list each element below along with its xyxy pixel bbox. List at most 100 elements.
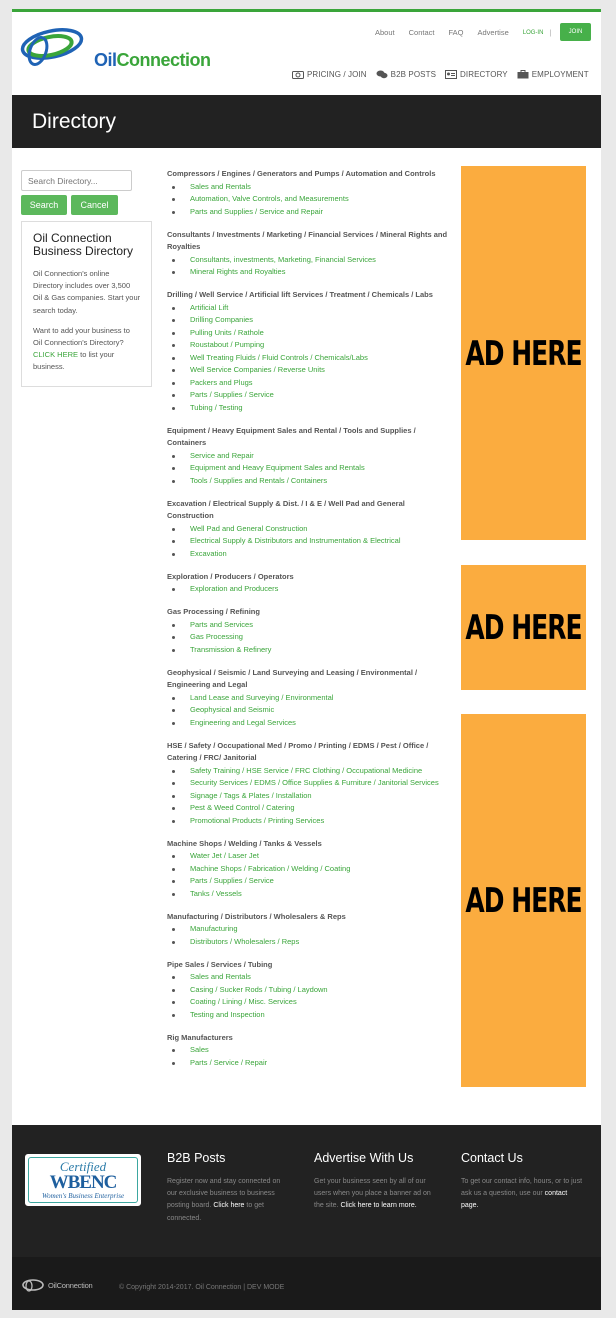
footer-b2b-text: Register now and stay connected on our e… bbox=[167, 1178, 281, 1222]
subcategory-list: Water Jet / Laser Jet Machine Shops / Fab… bbox=[167, 850, 452, 900]
subcategory-link[interactable]: Artificial Lift bbox=[172, 302, 452, 315]
category-title: Gas Processing / Refining bbox=[167, 607, 260, 616]
subcategory-list: Parts and Services Gas Processing Transmis… bbox=[167, 619, 452, 657]
subcategory-link[interactable]: Electrical Supply & Distributors and Ins… bbox=[172, 535, 452, 548]
subcategory-list: Consultants, investments, Marketing, Fin… bbox=[167, 254, 452, 279]
subcategory-link[interactable]: Manufacturing bbox=[172, 923, 452, 936]
directory-category: Pipe Sales / Services / Tubing Sales and … bbox=[167, 959, 452, 1022]
footer-advertise-link[interactable]: Click here to learn more. bbox=[340, 1202, 416, 1209]
nav-employment[interactable]: EMPLOYMENT bbox=[517, 70, 589, 79]
subcategory-list: Service and Repair Equipment and Heavy Eq… bbox=[167, 450, 452, 488]
wbenc-certified-badge: Certified WBENC Women's Business Enterpr… bbox=[25, 1154, 141, 1206]
subcategory-link[interactable]: Safety Training / HSE Service / FRC Clot… bbox=[172, 765, 452, 778]
subcategory-link[interactable]: Sales and Rentals bbox=[172, 181, 452, 194]
subcategory-link[interactable]: Water Jet / Laser Jet bbox=[172, 850, 452, 863]
category-title: Exploration / Producers / Operators bbox=[167, 571, 294, 581]
info-box-title: Oil Connection Business Directory bbox=[33, 231, 134, 258]
subcategory-list: Exploration and Producers bbox=[167, 583, 452, 596]
directory-category: Rig Manufacturers Sales Parts / Service / … bbox=[167, 1032, 452, 1070]
subcategory-list: Land Lease and Surveying / Environmental… bbox=[167, 692, 452, 730]
subcategory-link[interactable]: Well Service Companies / Reverse Units bbox=[172, 364, 452, 377]
subcategory-link[interactable]: Well Pad and General Construction bbox=[172, 523, 452, 536]
ad-banner-1[interactable]: AD HERE bbox=[461, 166, 586, 540]
subcategory-link[interactable]: Tubing / Testing bbox=[172, 402, 452, 415]
cancel-button[interactable]: Cancel bbox=[71, 195, 118, 215]
subcategory-link[interactable]: Parts and Supplies / Service and Repair bbox=[172, 206, 452, 219]
subcategory-link[interactable]: Exploration and Producers bbox=[172, 583, 452, 596]
subcategory-link[interactable]: Pulling Units / Rathole bbox=[172, 327, 452, 340]
subcategory-link[interactable]: Equipment and Heavy Equipment Sales and … bbox=[172, 462, 452, 475]
footer-logo[interactable]: OilConnection bbox=[21, 1278, 93, 1292]
category-title: Equipment / Heavy Equipment Sales and Re… bbox=[167, 425, 416, 448]
subcategory-link[interactable]: Security Services / EDMS / Office Suppli… bbox=[172, 777, 452, 790]
join-button[interactable]: JOIN bbox=[560, 23, 591, 41]
subcategory-link[interactable]: Consultants, investments, Marketing, Fin… bbox=[172, 254, 452, 267]
directory-category: Equipment / Heavy Equipment Sales and Re… bbox=[167, 425, 452, 488]
subcategory-link[interactable]: Machine Shops / Fabrication / Welding / … bbox=[172, 863, 452, 876]
subcategory-link[interactable]: Gas Processing bbox=[172, 631, 452, 644]
nav-contact-link[interactable]: Contact bbox=[409, 28, 435, 37]
subcategory-link[interactable]: Well Treating Fluids / Fluid Controls / … bbox=[172, 352, 452, 365]
subcategory-link[interactable]: Parts and Services bbox=[172, 619, 452, 632]
subcategory-link[interactable]: Parts / Supplies / Service bbox=[172, 389, 452, 402]
click-here-link[interactable]: CLICK HERE bbox=[33, 350, 78, 359]
subcategory-link[interactable]: Drilling Companies bbox=[172, 314, 452, 327]
site-logo[interactable]: OilConnection bbox=[20, 24, 220, 74]
subcategory-link[interactable]: Tanks / Vessels bbox=[172, 888, 452, 901]
footer-advertise-text: Get your business seen by all of our use… bbox=[314, 1178, 431, 1210]
footer-advertise-column: Advertise With Us Get your business seen… bbox=[314, 1151, 436, 1213]
subcategory-link[interactable]: Distributors / Wholesalers / Reps bbox=[172, 936, 452, 949]
ad-banner-3[interactable]: AD HERE bbox=[461, 714, 586, 1087]
directory-category: Exploration / Producers / Operators Explo… bbox=[167, 571, 452, 596]
subcategory-link[interactable]: Service and Repair bbox=[172, 450, 452, 463]
directory-list: Compressors / Engines / Generators and P… bbox=[167, 168, 452, 1080]
subcategory-link[interactable]: Pest & Weed Control / Catering bbox=[172, 802, 452, 815]
directory-info-box: Oil Connection Business Directory Oil Co… bbox=[21, 221, 152, 387]
search-input[interactable] bbox=[21, 170, 132, 191]
nav-pricing-join[interactable]: PRICING / JOIN bbox=[292, 70, 367, 79]
subcategory-link[interactable]: Mineral Rights and Royalties bbox=[172, 266, 452, 279]
subcategory-link[interactable]: Tools / Supplies and Rentals / Container… bbox=[172, 475, 452, 488]
subcategory-list: Safety Training / HSE Service / FRC Clot… bbox=[167, 765, 452, 828]
subcategory-link[interactable]: Signage / Tags & Plates / Installation bbox=[172, 790, 452, 803]
nav-about-link[interactable]: About bbox=[375, 28, 395, 37]
subcategory-link[interactable]: Testing and Inspection bbox=[172, 1009, 452, 1022]
subcategory-link[interactable]: Sales and Rentals bbox=[172, 971, 452, 984]
logo-swoosh-icon bbox=[20, 28, 84, 66]
footer-b2b-link[interactable]: Click here bbox=[213, 1202, 244, 1209]
subcategory-link[interactable]: Parts / Supplies / Service bbox=[172, 875, 452, 888]
nav-b2b-posts[interactable]: B2B POSTS bbox=[376, 70, 436, 79]
subcategory-link[interactable]: Parts / Service / Repair bbox=[172, 1057, 452, 1070]
directory-category: Machine Shops / Welding / Tanks & Vessel… bbox=[167, 838, 452, 901]
category-title: Excavation / Electrical Supply & Dist. /… bbox=[167, 498, 405, 521]
site-header: OilConnection About Contact FAQ Advertis… bbox=[12, 12, 601, 92]
subcategory-link[interactable]: Geophysical and Seismic bbox=[172, 704, 452, 717]
subcategory-link[interactable]: Roustabout / Pumping bbox=[172, 339, 452, 352]
subcategory-link[interactable]: Land Lease and Surveying / Environmental bbox=[172, 692, 452, 705]
subcategory-link[interactable]: Engineering and Legal Services bbox=[172, 717, 452, 730]
nav-directory[interactable]: DIRECTORY bbox=[445, 70, 508, 79]
nav-faq-link[interactable]: FAQ bbox=[448, 28, 463, 37]
nav-separator: | bbox=[549, 28, 552, 37]
nav-advertise-link[interactable]: Advertise bbox=[477, 28, 508, 37]
subcategory-link[interactable]: Transmission & Refinery bbox=[172, 644, 452, 657]
subcategory-link[interactable]: Excavation bbox=[172, 548, 452, 561]
directory-category: Compressors / Engines / Generators and P… bbox=[167, 168, 452, 218]
category-title: Drilling / Well Service / Artificial lif… bbox=[167, 290, 433, 299]
directory-category: Geophysical / Seismic / Land Surveying a… bbox=[167, 667, 452, 730]
login-link[interactable]: LOG-IN bbox=[523, 30, 544, 36]
subcategory-link[interactable]: Sales bbox=[172, 1044, 452, 1057]
ad-banner-2[interactable]: AD HERE bbox=[461, 565, 586, 690]
subcategory-list: Sales and Rentals Automation, Valve Contr… bbox=[167, 181, 452, 219]
subcategory-link[interactable]: Coating / Lining / Misc. Services bbox=[172, 996, 452, 1009]
subcategory-link[interactable]: Packers and Plugs bbox=[172, 377, 452, 390]
category-title: HSE / Safety / Occupational Med / Promo … bbox=[167, 740, 429, 763]
id-card-icon bbox=[445, 70, 458, 79]
subcategory-link[interactable]: Casing / Sucker Rods / Tubing / Laydown bbox=[172, 984, 452, 997]
subcategory-link[interactable]: Automation, Valve Controls, and Measurem… bbox=[172, 193, 452, 206]
footer-bottom-bar: OilConnection © Copyright 2014-2017. Oil… bbox=[12, 1257, 601, 1310]
search-button[interactable]: Search bbox=[21, 195, 67, 215]
subcategory-link[interactable]: Promotional Products / Printing Services bbox=[172, 815, 452, 828]
footer-contact-column: Contact Us To get our contact info, hour… bbox=[461, 1151, 583, 1213]
directory-category: Drilling / Well Service / Artificial lif… bbox=[167, 289, 452, 414]
